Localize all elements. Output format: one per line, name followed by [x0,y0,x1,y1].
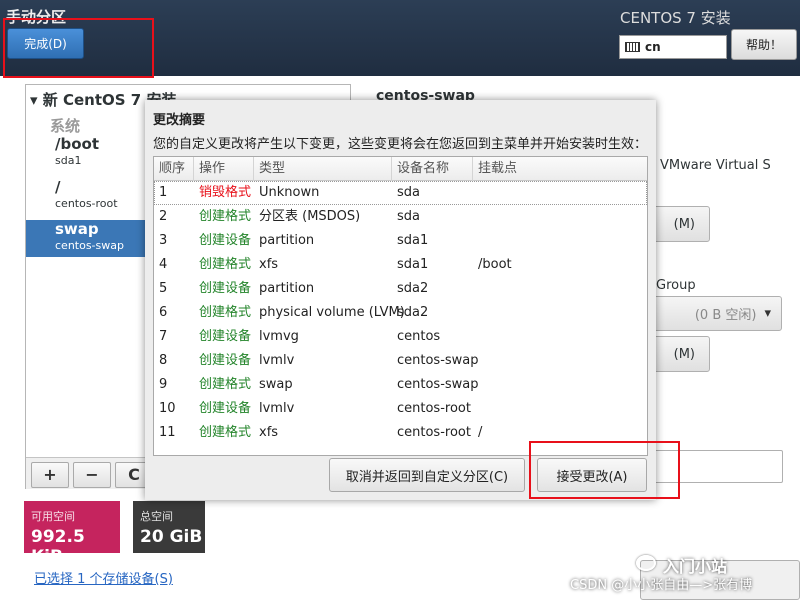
cell-action: 销毁格式 [199,185,252,200]
total-space-value: 20 GiB [140,527,203,547]
table-row[interactable]: 9 创建格式 swap centos-swap [154,373,647,397]
table-row[interactable]: 3 创建设备 partition sda1 [154,229,647,253]
table-row[interactable]: 8 创建设备 lvmlv centos-swap [154,349,647,373]
total-space-box: 总空间 20 GiB [133,501,205,553]
cell-order: 8 [159,353,168,368]
available-space-label: 可用空间 [31,510,75,523]
cell-type: xfs [259,425,279,440]
cell-action: 创建格式 [199,425,252,440]
cell-type: physical volume (LVM) [259,305,405,320]
cell-mount: / [478,425,483,440]
table-row[interactable]: 5 创建设备 partition sda2 [154,277,647,301]
volume-group-select[interactable]: (0 B 空闲) ▾ [640,296,782,331]
cell-action: 创建设备 [199,401,252,416]
changes-table[interactable]: 顺序 操作 类型 设备名称 挂载点 1 销毁格式 Unknown sda 2 创建格式 分区… [153,156,648,456]
cell-type: 分区表 (MSDOS) [259,209,361,224]
cell-device: centos [397,329,441,344]
volume-group-label: Group [656,278,696,293]
table-row[interactable]: 10 创建设备 lvmlv centos-root [154,397,647,421]
total-space-label: 总空间 [140,510,173,523]
cell-action: 创建设备 [199,281,252,296]
cell-action: 创建格式 [199,257,252,272]
cancel-return-button[interactable]: 取消并返回到自定义分区(C) [329,458,525,492]
cell-type: xfs [259,257,279,272]
cell-action: 创建设备 [199,329,252,344]
table-row[interactable]: 2 创建格式 分区表 (MSDOS) sda [154,205,647,229]
keyboard-layout-indicator[interactable]: cn [619,35,727,59]
cell-order: 9 [159,377,168,392]
cell-order: 1 [159,185,168,200]
available-space-box: 可用空间 992.5 KiB [24,501,120,567]
cell-order: 5 [159,281,168,296]
remove-partition-button[interactable]: − [73,462,111,488]
table-row[interactable]: 1 销毁格式 Unknown sda [154,181,647,205]
dialog-title: 更改摘要 [153,113,206,128]
cell-order: 7 [159,329,168,344]
cell-mount: /boot [478,257,512,272]
cell-type: swap [259,377,293,392]
storage-devices-link[interactable]: 已选择 1 个存储设备(S) [34,568,173,587]
cell-order: 6 [159,305,168,320]
wechat-icon [636,555,656,571]
column-order[interactable]: 顺序 [154,157,194,181]
column-action[interactable]: 操作 [194,157,254,181]
column-mount[interactable]: 挂载点 [473,157,647,181]
volume-group-select-value: (0 B 空闲) [694,308,757,323]
add-partition-button[interactable]: + [31,462,69,488]
csdn-watermark: CSDN @小小张自由—>张有博 [570,578,753,593]
highlight-box-done [3,18,154,78]
table-header: 顺序 操作 类型 设备名称 挂载点 [154,157,647,181]
cell-type: partition [259,233,315,248]
cell-device: sda1 [397,257,429,272]
device-text: VMware Virtual S [660,158,771,173]
cell-device: centos-swap [397,353,479,368]
cell-device: sda2 [397,305,429,320]
cell-order: 3 [159,233,168,248]
cell-action: 创建格式 [199,377,252,392]
modify-device-label: (M) [673,216,695,232]
modify-group-label: (M) [673,346,695,362]
expander-arrow-icon: ▾ [30,91,38,109]
cell-type: partition [259,281,315,296]
table-row[interactable]: 7 创建设备 lvmvg centos [154,325,647,349]
cell-action: 创建格式 [199,305,252,320]
cell-device: centos-root [397,425,471,440]
cell-type: Unknown [259,185,320,200]
table-row[interactable]: 6 创建格式 physical volume (LVM) sda2 [154,301,647,325]
available-space-value: 992.5 KiB [31,527,85,567]
dropdown-arrow-icon: ▾ [764,306,771,321]
help-button[interactable]: 帮助！ [731,29,797,60]
keyboard-layout-label: cn [645,40,661,54]
change-summary-dialog: 更改摘要 您的自定义更改将产生以下变更，这些变更将会在您返回到主菜单并开始安装时… [145,100,656,500]
cell-action: 创建设备 [199,233,252,248]
dialog-message: 您的自定义更改将产生以下变更，这些变更将会在您返回到主菜单并开始安装时生效： [153,137,648,152]
cell-type: lvmlv [259,353,295,368]
cell-order: 2 [159,209,168,224]
cell-order: 4 [159,257,168,272]
cell-device: sda [397,209,420,224]
table-row[interactable]: 4 创建格式 xfs sda1/boot [154,253,647,277]
cell-action: 创建格式 [199,209,252,224]
column-device[interactable]: 设备名称 [392,157,473,181]
cell-device: sda1 [397,233,429,248]
cell-action: 创建设备 [199,353,252,368]
cell-device: centos-root [397,401,471,416]
cell-type: lvmlv [259,401,295,416]
product-title: CENTOS 7 安装 [620,9,731,27]
cell-device: sda [397,185,420,200]
cell-order: 10 [159,401,176,416]
cell-device: centos-swap [397,377,479,392]
system-heading: 系统 [50,117,81,135]
keyboard-icon [625,42,640,52]
cell-order: 11 [159,425,176,440]
cell-device: sda2 [397,281,429,296]
column-type[interactable]: 类型 [254,157,392,181]
highlight-box-accept [529,441,680,499]
cell-type: lvmvg [259,329,299,344]
